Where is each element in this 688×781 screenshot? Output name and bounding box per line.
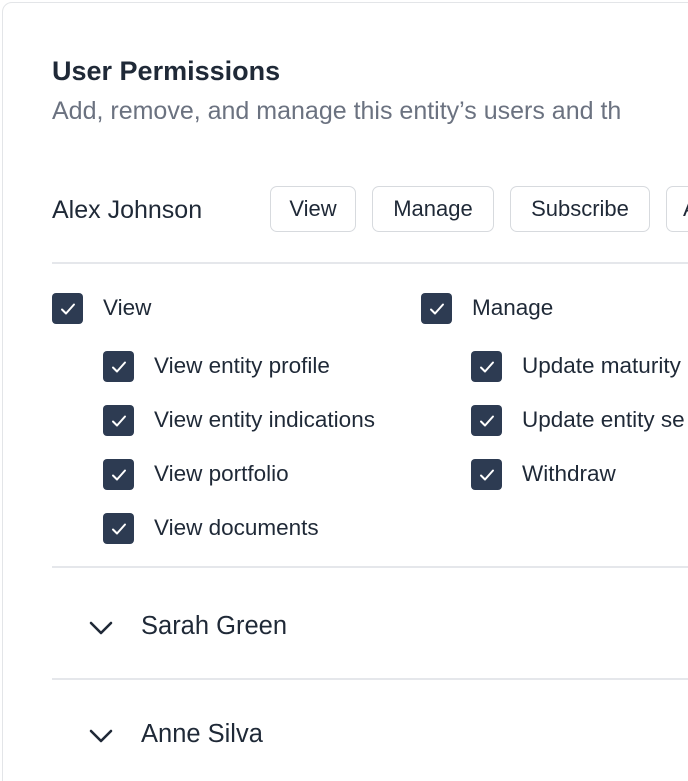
check-icon (111, 523, 126, 534)
page: User Permissions Add, remove, and manage… (0, 0, 688, 781)
check-icon (479, 415, 494, 426)
user-name: Anne Silva (141, 720, 263, 748)
divider (52, 566, 688, 568)
checkbox-label: View portfolio (154, 461, 289, 486)
page-title: User Permissions (52, 56, 281, 86)
chevron-down-icon[interactable] (88, 616, 114, 640)
checkbox-withdraw[interactable] (471, 459, 502, 490)
checkbox-label: View documents (154, 515, 319, 540)
checkbox-label: Update maturity (522, 353, 681, 378)
check-icon (111, 361, 126, 372)
checkbox-label: Manage (472, 295, 554, 320)
role-button-partial[interactable]: A (666, 186, 688, 232)
check-icon (111, 469, 126, 480)
checkbox-view-portfolio[interactable] (103, 459, 134, 490)
user-row-sarah-green[interactable]: Sarah Green (52, 598, 688, 658)
role-button-view[interactable]: View (270, 186, 356, 232)
checkbox-label: View entity profile (154, 353, 330, 378)
check-icon (429, 303, 444, 314)
user-name: Alex Johnson (52, 196, 203, 224)
chevron-down-icon[interactable] (88, 724, 114, 748)
role-button-subscribe[interactable]: Subscribe (510, 186, 650, 232)
checkbox-label: Withdraw (522, 461, 616, 486)
checkbox-view-entity-indications[interactable] (103, 405, 134, 436)
checkbox-view[interactable] (52, 293, 83, 324)
checkbox-view-documents[interactable] (103, 513, 134, 544)
checkbox-update-entity-settings[interactable] (471, 405, 502, 436)
user-row-alex-johnson: Alex Johnson View Manage Subscribe A (52, 186, 688, 234)
user-name: Sarah Green (141, 612, 288, 640)
check-icon (60, 303, 75, 314)
checkbox-label: View entity indications (154, 407, 375, 432)
checkbox-view-entity-profile[interactable] (103, 351, 134, 382)
user-row-anne-silva[interactable]: Anne Silva (52, 706, 688, 766)
checkbox-update-maturity[interactable] (471, 351, 502, 382)
check-icon (479, 361, 494, 372)
checkbox-label: View (103, 295, 152, 320)
checkbox-label: Update entity se (522, 407, 685, 432)
check-icon (479, 469, 494, 480)
divider (52, 678, 688, 680)
checkbox-manage[interactable] (421, 293, 452, 324)
check-icon (111, 415, 126, 426)
divider (52, 262, 688, 264)
role-button-manage[interactable]: Manage (372, 186, 494, 232)
page-subtitle: Add, remove, and manage this entity’s us… (52, 97, 622, 125)
